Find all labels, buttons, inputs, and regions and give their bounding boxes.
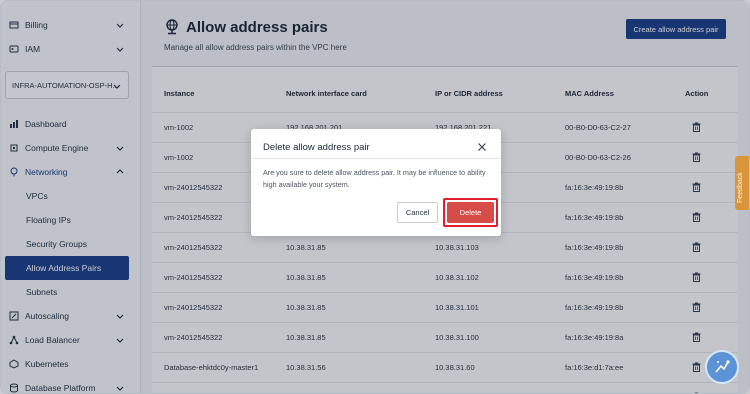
delete-button[interactable]: Delete [447, 202, 494, 223]
assistant-icon [715, 360, 730, 373]
close-icon[interactable] [477, 142, 487, 152]
app-window: Billing IAM INFRA-AUTOMATION-OSP-H... Da… [0, 0, 750, 394]
dialog-divider [251, 158, 501, 159]
feedback-label: Feedback [737, 172, 744, 203]
delete-confirm-dialog: Delete allow address pair Are you sure t… [251, 129, 501, 236]
feedback-tab[interactable]: Feedback [735, 156, 749, 210]
cancel-button[interactable]: Cancel [397, 202, 438, 223]
dialog-title: Delete allow address pair [263, 142, 370, 153]
dialog-message: Are you sure to delete allow address pai… [263, 168, 486, 189]
assistant-button[interactable] [705, 350, 739, 384]
delete-button-highlight: Delete [443, 198, 498, 227]
